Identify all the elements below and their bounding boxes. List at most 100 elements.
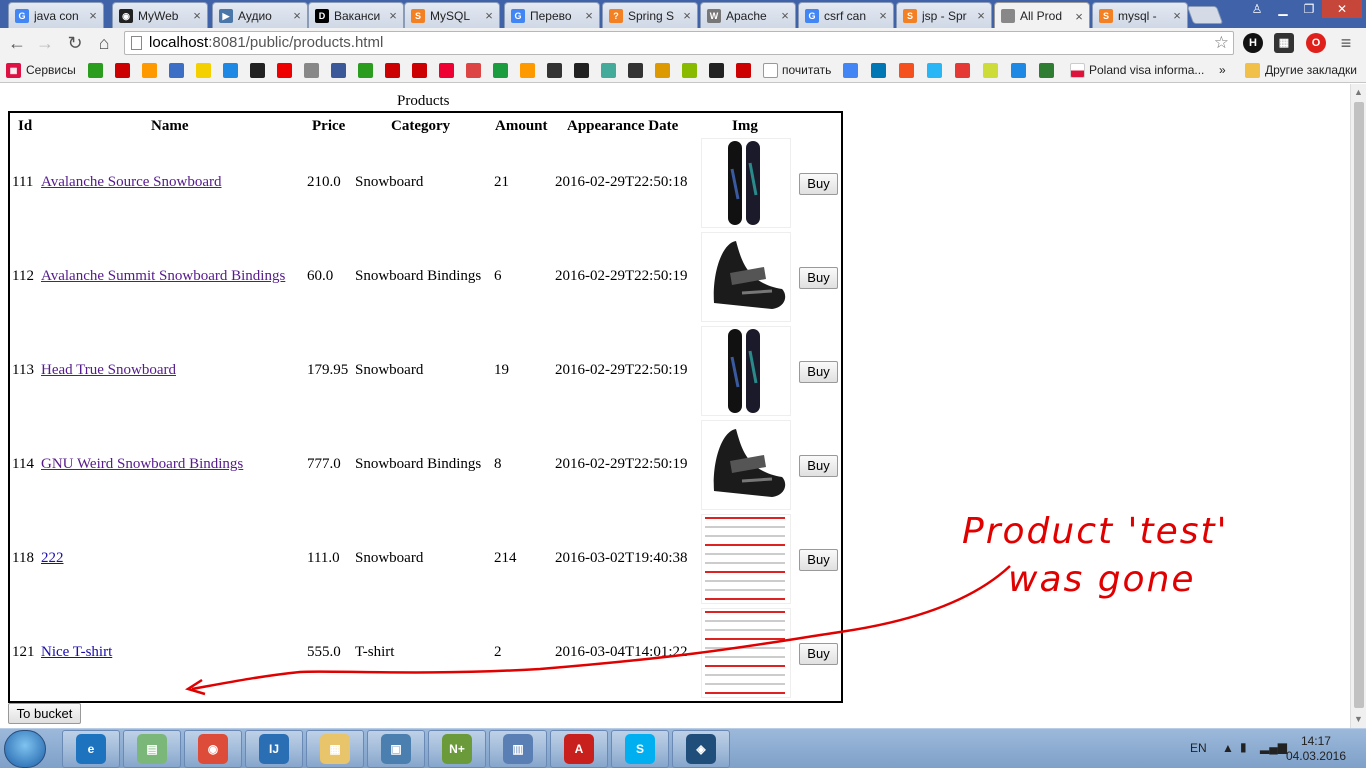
bookmark-favicon-icon[interactable] <box>628 63 643 78</box>
language-indicator[interactable]: EN <box>1190 741 1207 755</box>
tab-4[interactable]: S MySQL × <box>404 2 500 28</box>
bookmark-favicon-icon[interactable] <box>955 63 970 78</box>
back-arrow-icon[interactable]: ← <box>6 32 28 54</box>
reload-icon[interactable]: ↻ <box>64 32 86 54</box>
close-tab-icon[interactable]: × <box>482 8 496 23</box>
buy-button[interactable]: Buy <box>799 549 838 571</box>
buy-button[interactable]: Buy <box>799 173 838 195</box>
bookmark-favicon-icon[interactable] <box>601 63 616 78</box>
clock[interactable]: 14:17 04.03.2016 <box>1286 734 1346 764</box>
bookmark-favicon-icon[interactable] <box>899 63 914 78</box>
extension-badge-icon[interactable]: ▦ <box>1274 33 1294 53</box>
bookmark-favicon-icon[interactable] <box>927 63 942 78</box>
close-tab-icon[interactable]: × <box>1170 8 1184 23</box>
user-icon[interactable]: ♙ <box>1244 0 1270 18</box>
bookmark-favicon-icon[interactable] <box>196 63 211 78</box>
bookmark-favicon-icon[interactable] <box>871 63 886 78</box>
tab-8[interactable]: Gcsrf can × <box>798 2 894 28</box>
scroll-up-icon[interactable]: ▲ <box>1354 87 1363 97</box>
bookmark-apps[interactable]: Сервисы <box>26 63 76 78</box>
vertical-scrollbar[interactable]: ▲ ▼ <box>1350 84 1366 728</box>
bookmark-favicon-icon[interactable] <box>169 63 184 78</box>
taskbar-app-button[interactable]: ▤ <box>123 730 181 768</box>
bookmark-favicon-icon[interactable] <box>843 63 858 78</box>
bookmark-favicon-icon[interactable] <box>466 63 481 78</box>
bookmark-favicon-icon[interactable] <box>277 63 292 78</box>
bookmark-favicon-icon[interactable] <box>520 63 535 78</box>
new-tab-button[interactable] <box>1186 6 1224 24</box>
to-bucket-button[interactable]: To bucket <box>8 703 81 724</box>
buy-button[interactable]: Buy <box>799 643 838 665</box>
bookmark-favicon-icon[interactable] <box>682 63 697 78</box>
opera-extension-icon[interactable]: O <box>1306 33 1326 53</box>
tab-6[interactable]: ? Spring S × <box>602 2 698 28</box>
bookmark-favicon-icon[interactable] <box>223 63 238 78</box>
bookmark-poland-visa[interactable]: Poland visa informa... <box>1089 63 1204 78</box>
close-tab-icon[interactable]: × <box>386 8 400 23</box>
bookmark-favicon-icon[interactable] <box>736 63 751 78</box>
product-link[interactable]: Nice T-shirt <box>41 644 112 660</box>
address-bar[interactable]: localhost:8081/public/products.html ☆ <box>124 31 1234 55</box>
close-window-button[interactable]: ✕ <box>1322 0 1362 18</box>
bookmark-pochitat[interactable]: почитать <box>782 63 831 78</box>
taskbar-app-button[interactable]: IJ <box>245 730 303 768</box>
forward-arrow-icon[interactable]: → <box>34 32 56 54</box>
bookmark-favicon-icon[interactable] <box>1039 63 1054 78</box>
bookmark-favicon-icon[interactable] <box>574 63 589 78</box>
close-tab-icon[interactable]: × <box>582 8 596 23</box>
taskbar-app-button[interactable]: e <box>62 730 120 768</box>
close-tab-icon[interactable]: × <box>86 8 100 23</box>
bookmark-favicon-icon[interactable] <box>88 63 103 78</box>
taskbar-app-button[interactable]: ▣ <box>367 730 425 768</box>
buy-button[interactable]: Buy <box>799 361 838 383</box>
signal-icon[interactable]: ▂▄▆ <box>1260 740 1287 754</box>
buy-button[interactable]: Buy <box>799 267 838 289</box>
bookmark-favicon-icon[interactable] <box>655 63 670 78</box>
bookmark-favicon-icon[interactable] <box>493 63 508 78</box>
restore-button[interactable]: ❐ <box>1296 0 1322 18</box>
close-tab-icon[interactable]: × <box>876 8 890 23</box>
home-icon[interactable]: ⌂ <box>93 32 115 54</box>
tab-0[interactable]: Gjava con × <box>8 2 104 28</box>
menu-icon[interactable]: ≡ <box>1336 33 1356 53</box>
taskbar-app-button[interactable]: ◉ <box>184 730 242 768</box>
bookmark-favicon-icon[interactable] <box>115 63 130 78</box>
tab-1[interactable]: ◉ MyWeb × <box>112 2 208 28</box>
more-bookmarks-chevron[interactable]: » <box>1219 63 1226 78</box>
tab-11[interactable]: Smysql - × <box>1092 2 1188 28</box>
close-tab-icon[interactable]: × <box>190 8 204 23</box>
close-tab-icon[interactable]: × <box>680 8 694 23</box>
taskbar-app-button[interactable]: ◈ <box>672 730 730 768</box>
close-tab-icon[interactable]: × <box>290 8 304 23</box>
bookmark-star-icon[interactable]: ☆ <box>1214 32 1229 54</box>
tab-7[interactable]: W Apache × <box>700 2 796 28</box>
scroll-thumb[interactable] <box>1354 102 1364 708</box>
bookmark-favicon-icon[interactable] <box>983 63 998 78</box>
product-link[interactable]: Avalanche Summit Snowboard Bindings <box>41 268 285 284</box>
product-link[interactable]: Avalanche Source Snowboard <box>41 174 222 190</box>
bookmark-favicon-icon[interactable] <box>412 63 427 78</box>
minimize-button[interactable]: ▁ <box>1270 0 1296 18</box>
taskbar-app-button[interactable]: N+ <box>428 730 486 768</box>
tab-9[interactable]: Sjsp - Spr × <box>896 2 992 28</box>
bookmark-favicon-icon[interactable] <box>331 63 346 78</box>
close-tab-icon[interactable]: × <box>1072 9 1086 24</box>
bookmark-other[interactable]: Другие закладки <box>1265 63 1357 78</box>
close-tab-icon[interactable]: × <box>778 8 792 23</box>
start-button[interactable] <box>4 730 46 768</box>
tab-2[interactable]: ▶ Аудио × <box>212 2 308 28</box>
bookmark-favicon-icon[interactable] <box>439 63 454 78</box>
apps-grid-icon[interactable]: ▦ <box>6 63 21 78</box>
bookmark-favicon-icon[interactable] <box>304 63 319 78</box>
bookmark-favicon-icon[interactable] <box>142 63 157 78</box>
scroll-down-icon[interactable]: ▼ <box>1354 714 1363 724</box>
battery-icon[interactable]: ▮ <box>1240 740 1247 754</box>
taskbar-app-button[interactable]: ▥ <box>489 730 547 768</box>
tab-10[interactable]: All Prod × <box>994 2 1090 29</box>
product-link[interactable]: 222 <box>41 550 64 566</box>
close-tab-icon[interactable]: × <box>974 8 988 23</box>
taskbar-app-button[interactable]: ▦ <box>306 730 364 768</box>
h-extension-icon[interactable]: H <box>1243 33 1263 53</box>
product-link[interactable]: GNU Weird Snowboard Bindings <box>41 456 243 472</box>
bookmark-favicon-icon[interactable] <box>385 63 400 78</box>
